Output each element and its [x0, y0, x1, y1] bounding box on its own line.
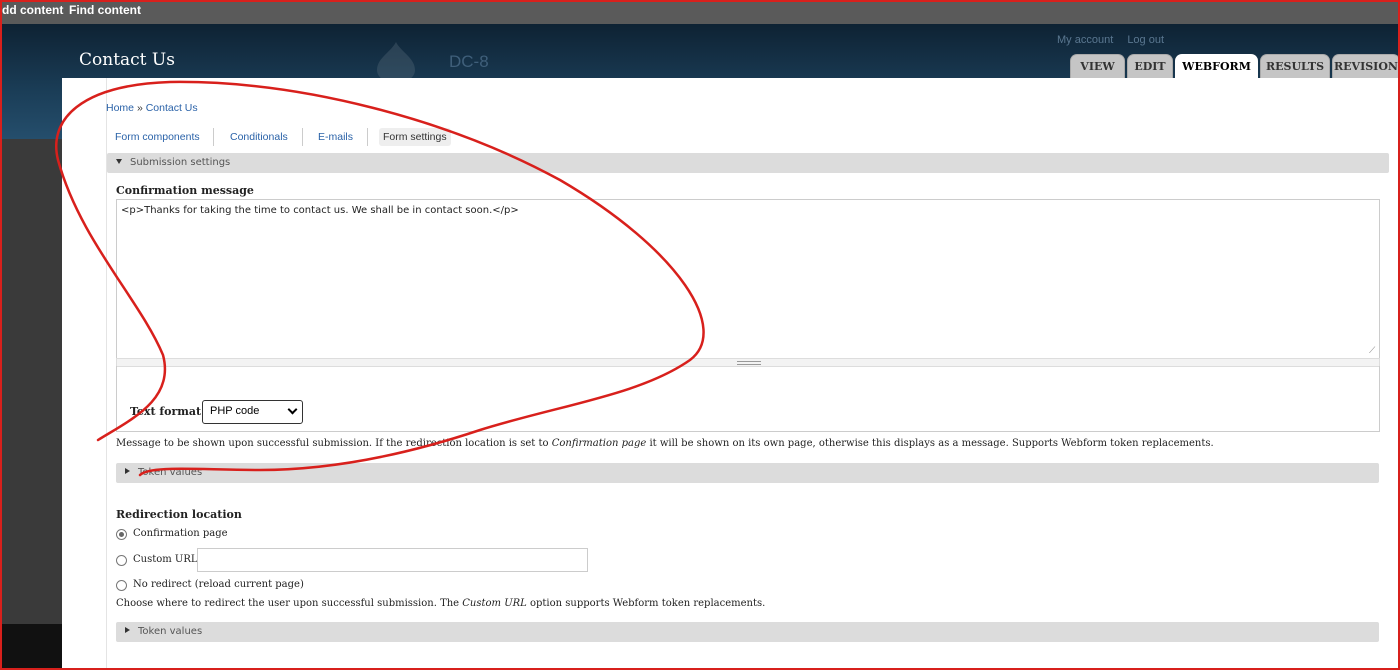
chevron-down-icon — [287, 404, 298, 415]
tab-view[interactable]: VIEW — [1070, 54, 1125, 78]
radio-label: Custom URL: — [133, 554, 201, 565]
radio-label: Confirmation page — [133, 528, 228, 539]
triangle-right-icon — [125, 468, 130, 474]
redirection-description: Choose where to redirect the user upon s… — [116, 598, 765, 609]
radio-label: No redirect (reload current page) — [133, 579, 304, 590]
text-format-select[interactable]: PHP code — [202, 400, 303, 424]
breadcrumb-separator: » — [136, 102, 143, 114]
breadcrumb: Home » Contact Us — [106, 102, 198, 114]
custom-url-input[interactable] — [197, 548, 588, 572]
radio-button[interactable] — [116, 580, 127, 591]
radio-button[interactable] — [116, 529, 127, 540]
submission-settings-legend[interactable]: Submission settings — [107, 153, 1389, 173]
text-format-wrapper — [116, 366, 1380, 432]
admin-toolbar: dd content Find content — [0, 0, 1400, 24]
submission-settings-title: Submission settings — [130, 157, 231, 168]
token-values-legend[interactable]: Token values — [116, 622, 1379, 642]
triangle-right-icon — [125, 627, 130, 633]
token-values-title: Token values — [138, 626, 203, 637]
triangle-down-icon — [116, 159, 122, 164]
description-text: it will be shown on its own page, otherw… — [646, 438, 1214, 449]
subtab-form-components[interactable]: Form components — [115, 128, 200, 146]
token-values-title: Token values — [138, 467, 203, 478]
subtab-e-mails[interactable]: E-mails — [318, 128, 353, 146]
radio-button[interactable] — [116, 555, 127, 566]
log-out-link[interactable]: Log out — [1127, 34, 1164, 46]
tab-edit[interactable]: EDIT — [1127, 54, 1173, 78]
description-text: Message to be shown upon successful subm… — [116, 438, 552, 449]
text-format-value: PHP code — [210, 405, 260, 417]
left-gutter-bottom — [0, 624, 62, 670]
redirection-location-label: Redirection location — [116, 508, 242, 521]
my-account-link[interactable]: My account — [1057, 34, 1113, 46]
subtab-conditionals[interactable]: Conditionals — [230, 128, 288, 146]
secondary-menu: My account Log out — [1057, 34, 1175, 46]
page-title: Contact Us — [79, 50, 175, 70]
confirmation-message-label: Confirmation message — [116, 184, 254, 197]
tab-webform[interactable]: WEBFORM — [1175, 54, 1258, 79]
tab-results[interactable]: RESULTS — [1260, 54, 1330, 78]
tab-revisions[interactable]: REVISION — [1332, 54, 1400, 78]
subtab-divider — [367, 128, 368, 146]
description-emphasis: Confirmation page — [551, 438, 647, 449]
admin-link-add-content[interactable]: dd content — [2, 3, 63, 17]
text-format-label: Text format — [130, 405, 202, 418]
subtab-divider — [213, 128, 214, 146]
breadcrumb-current[interactable]: Contact Us — [146, 102, 198, 114]
description-text: option supports Webform token replacemen… — [526, 598, 766, 609]
description-emphasis: Custom URL — [462, 598, 527, 609]
resize-handle-icon[interactable]: ⟋ — [1369, 346, 1379, 356]
breadcrumb-home[interactable]: Home — [106, 102, 134, 114]
site-slogan: DC-8 — [449, 52, 489, 71]
subtab-form-settings[interactable]: Form settings — [379, 128, 451, 146]
admin-link-find-content[interactable]: Find content — [69, 3, 141, 17]
description-text: Choose where to redirect the user upon s… — [116, 598, 463, 609]
left-gutter — [0, 139, 62, 624]
confirmation-description: Message to be shown upon successful subm… — [116, 438, 1214, 449]
subtab-divider — [302, 128, 303, 146]
token-values-legend[interactable]: Token values — [116, 463, 1379, 483]
confirmation-message-textarea[interactable]: <p>Thanks for taking the time to contact… — [116, 199, 1380, 359]
